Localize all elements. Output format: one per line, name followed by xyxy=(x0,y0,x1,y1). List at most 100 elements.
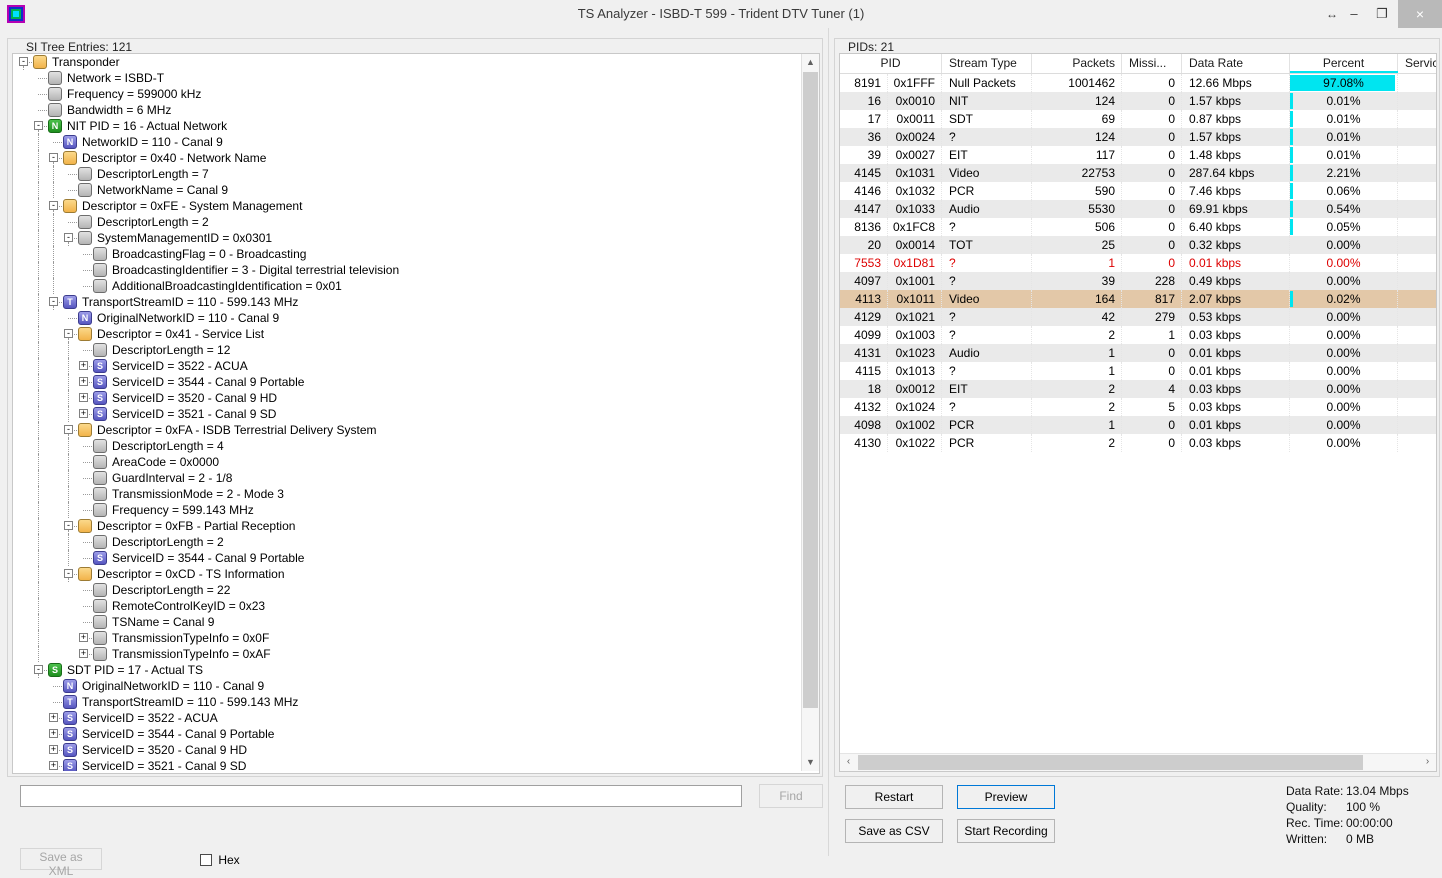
column-header-missi[interactable]: Missi... xyxy=(1122,54,1182,73)
find-button[interactable]: Find xyxy=(759,784,823,808)
table-row[interactable]: 7553 0x1D81? 1 0 0.01 kbps 0.00% xyxy=(840,254,1436,272)
tree-expand-icon[interactable]: + xyxy=(79,633,88,642)
tree-item[interactable]: + S ServiceID = 3521 - Canal 9 SD xyxy=(13,406,802,422)
table-row[interactable]: 16 0x0010 NIT 124 0 1.57 kbps 0.01% xyxy=(840,92,1436,110)
tree-expand-icon[interactable]: + xyxy=(79,393,88,402)
tree-collapse-icon[interactable]: - xyxy=(49,297,58,306)
tree-item[interactable]: Bandwidth = 6 MHz xyxy=(13,102,802,118)
table-row[interactable]: 4147 0x1033 Audio 5530 0 69.91 kbps 0.54% xyxy=(840,200,1436,218)
tree-item[interactable]: + S ServiceID = 3520 - Canal 9 HD xyxy=(13,742,802,758)
scroll-down-icon[interactable]: ▼ xyxy=(802,754,819,771)
tree-item[interactable]: - S SDT PID = 17 - Actual TS xyxy=(13,662,802,678)
tree-item[interactable]: + S ServiceID = 3521 - Canal 9 SD xyxy=(13,758,802,771)
table-row[interactable]: 4113 0x1011 Video 164 817 2.07 kbps 0.02% xyxy=(840,290,1436,308)
tree-item[interactable]: - Descriptor = 0xCD - TS Information xyxy=(13,566,802,582)
tree-item[interactable]: GuardInterval = 2 - 1/8 xyxy=(13,470,802,486)
tree-item[interactable]: + S ServiceID = 3522 - ACUA xyxy=(13,710,802,726)
tree-item[interactable]: AreaCode = 0x0000 xyxy=(13,454,802,470)
tree-item[interactable]: BroadcastingIdentifier = 3 - Digital ter… xyxy=(13,262,802,278)
tree-collapse-icon[interactable]: - xyxy=(64,425,73,434)
column-header-packets[interactable]: Packets xyxy=(1032,54,1122,73)
tree-item[interactable]: + S ServiceID = 3520 - Canal 9 HD xyxy=(13,390,802,406)
tree-item[interactable]: DescriptorLength = 2 xyxy=(13,534,802,550)
tree-item[interactable]: DescriptorLength = 2 xyxy=(13,214,802,230)
scrollbar-thumb[interactable] xyxy=(858,755,1363,770)
tree-item[interactable]: N OriginalNetworkID = 110 - Canal 9 xyxy=(13,678,802,694)
tree-collapse-icon[interactable]: - xyxy=(49,201,58,210)
preview-button[interactable]: Preview xyxy=(957,785,1055,809)
tree-item[interactable]: + TransmissionTypeInfo = 0x0F xyxy=(13,630,802,646)
tree-item[interactable]: - Transponder xyxy=(13,54,802,70)
scroll-right-icon[interactable]: › xyxy=(1419,754,1436,771)
tree-collapse-icon[interactable]: - xyxy=(64,569,73,578)
column-header-pid[interactable]: PID xyxy=(840,54,942,73)
table-row[interactable]: 4132 0x1024? 2 5 0.03 kbps 0.00% xyxy=(840,398,1436,416)
table-row[interactable]: 4129 0x1021? 42 279 0.53 kbps 0.00% xyxy=(840,308,1436,326)
table-row[interactable]: 8136 0x1FC8? 506 0 6.40 kbps 0.05% xyxy=(840,218,1436,236)
tree-item[interactable]: + S ServiceID = 3522 - ACUA xyxy=(13,358,802,374)
table-row[interactable]: 4099 0x1003? 2 1 0.03 kbps 0.00% xyxy=(840,326,1436,344)
save-as-xml-button[interactable]: Save as XML xyxy=(20,848,102,878)
search-input[interactable] xyxy=(20,785,742,807)
tree-item[interactable]: - SystemManagementID = 0x0301 xyxy=(13,230,802,246)
tree-item[interactable]: N OriginalNetworkID = 110 - Canal 9 xyxy=(13,310,802,326)
close-button[interactable]: × xyxy=(1398,0,1442,28)
tree-item[interactable]: NetworkName = Canal 9 xyxy=(13,182,802,198)
tree-item[interactable]: - Descriptor = 0xFB - Partial Reception xyxy=(13,518,802,534)
tree-item[interactable]: S ServiceID = 3544 - Canal 9 Portable xyxy=(13,550,802,566)
start-recording-button[interactable]: Start Recording xyxy=(957,819,1055,843)
tree-item[interactable]: AdditionalBroadcastingIdentification = 0… xyxy=(13,278,802,294)
tree-item[interactable]: - Descriptor = 0xFA - ISDB Terrestrial De… xyxy=(13,422,802,438)
tree-item[interactable]: Frequency = 599.143 MHz xyxy=(13,502,802,518)
tree-item[interactable]: DescriptorLength = 4 xyxy=(13,438,802,454)
tree-item[interactable]: - N NIT PID = 16 - Actual Network xyxy=(13,118,802,134)
tree-expand-icon[interactable]: + xyxy=(79,409,88,418)
table-row[interactable]: 4145 0x1031 Video 22753 0 287.64 kbps 2.21% xyxy=(840,164,1436,182)
tree-item[interactable]: + TransmissionTypeInfo = 0xAF xyxy=(13,646,802,662)
tree-collapse-icon[interactable]: - xyxy=(19,57,28,66)
tree-item[interactable]: - Descriptor = 0x41 - Service List xyxy=(13,326,802,342)
tree-item[interactable]: DescriptorLength = 22 xyxy=(13,582,802,598)
tree-collapse-icon[interactable]: - xyxy=(64,233,73,242)
table-row[interactable]: 17 0x0011 SDT 69 0 0.87 kbps 0.01% xyxy=(840,110,1436,128)
tree-item[interactable]: Frequency = 599000 kHz xyxy=(13,86,802,102)
tree-expand-icon[interactable]: + xyxy=(79,361,88,370)
tree-item[interactable]: T TransportStreamID = 110 - 599.143 MHz xyxy=(13,694,802,710)
tree-collapse-icon[interactable]: - xyxy=(64,329,73,338)
tree-item[interactable]: TSName = Canal 9 xyxy=(13,614,802,630)
tree-expand-icon[interactable]: + xyxy=(49,729,58,738)
table-row[interactable]: 20 0x0014 TOT 25 0 0.32 kbps 0.00% xyxy=(840,236,1436,254)
tree-item[interactable]: - Descriptor = 0x40 - Network Name xyxy=(13,150,802,166)
table-row[interactable]: 8191 0x1FFF Null Packets 1001462 0 12.66 Mbps… xyxy=(840,74,1436,92)
table-row[interactable]: 39 0x0027 EIT 117 0 1.48 kbps 0.01% xyxy=(840,146,1436,164)
tree-item[interactable]: - Descriptor = 0xFE - System Management xyxy=(13,198,802,214)
save-as-csv-button[interactable]: Save as CSV xyxy=(845,819,943,843)
tree-item[interactable]: Network = ISBD-T xyxy=(13,70,802,86)
table-row[interactable]: 4130 0x1022 PCR 2 0 0.03 kbps 0.00% xyxy=(840,434,1436,452)
tree-item[interactable]: + S ServiceID = 3544 - Canal 9 Portable xyxy=(13,726,802,742)
scroll-up-icon[interactable]: ▲ xyxy=(802,54,819,71)
table-row[interactable]: 4115 0x1013? 1 0 0.01 kbps 0.00% xyxy=(840,362,1436,380)
restart-button[interactable]: Restart xyxy=(845,785,943,809)
tree-collapse-icon[interactable]: - xyxy=(64,521,73,530)
tree-item[interactable]: RemoteControlKeyID = 0x23 xyxy=(13,598,802,614)
column-header-service[interactable]: Service xyxy=(1398,54,1436,73)
tree-expand-icon[interactable]: + xyxy=(79,377,88,386)
si-tree-view[interactable]: - Transponder Network = ISBD-T Frequency = … xyxy=(12,53,820,774)
pids-table[interactable]: PID Stream Type Packets Missi... Data Rate Pe… xyxy=(839,53,1437,772)
table-row[interactable]: 4098 0x1002 PCR 1 0 0.01 kbps 0.00% xyxy=(840,416,1436,434)
table-row[interactable]: 4146 0x1032 PCR 590 0 7.46 kbps 0.06% xyxy=(840,182,1436,200)
pids-table-body[interactable]: 8191 0x1FFF Null Packets 1001462 0 12.66 Mbps… xyxy=(840,74,1436,770)
table-row[interactable]: 18 0x0012 EIT 2 4 0.03 kbps 0.00% xyxy=(840,380,1436,398)
hex-checkbox[interactable]: Hex xyxy=(200,852,240,868)
tree-item[interactable]: BroadcastingFlag = 0 - Broadcasting xyxy=(13,246,802,262)
tree-expand-icon[interactable]: + xyxy=(49,745,58,754)
pids-horizontal-scrollbar[interactable]: ‹ › xyxy=(840,753,1436,771)
tree-item[interactable]: DescriptorLength = 12 xyxy=(13,342,802,358)
table-row[interactable]: 4097 0x1001? 39 228 0.49 kbps 0.00% xyxy=(840,272,1436,290)
maximize-button[interactable]: ❐ xyxy=(1362,0,1402,28)
column-header-stream-type[interactable]: Stream Type xyxy=(942,54,1032,73)
tree-expand-icon[interactable]: + xyxy=(49,713,58,722)
tree-item[interactable]: + S ServiceID = 3544 - Canal 9 Portable xyxy=(13,374,802,390)
si-tree-vertical-scrollbar[interactable]: ▲ ▼ xyxy=(801,54,819,771)
